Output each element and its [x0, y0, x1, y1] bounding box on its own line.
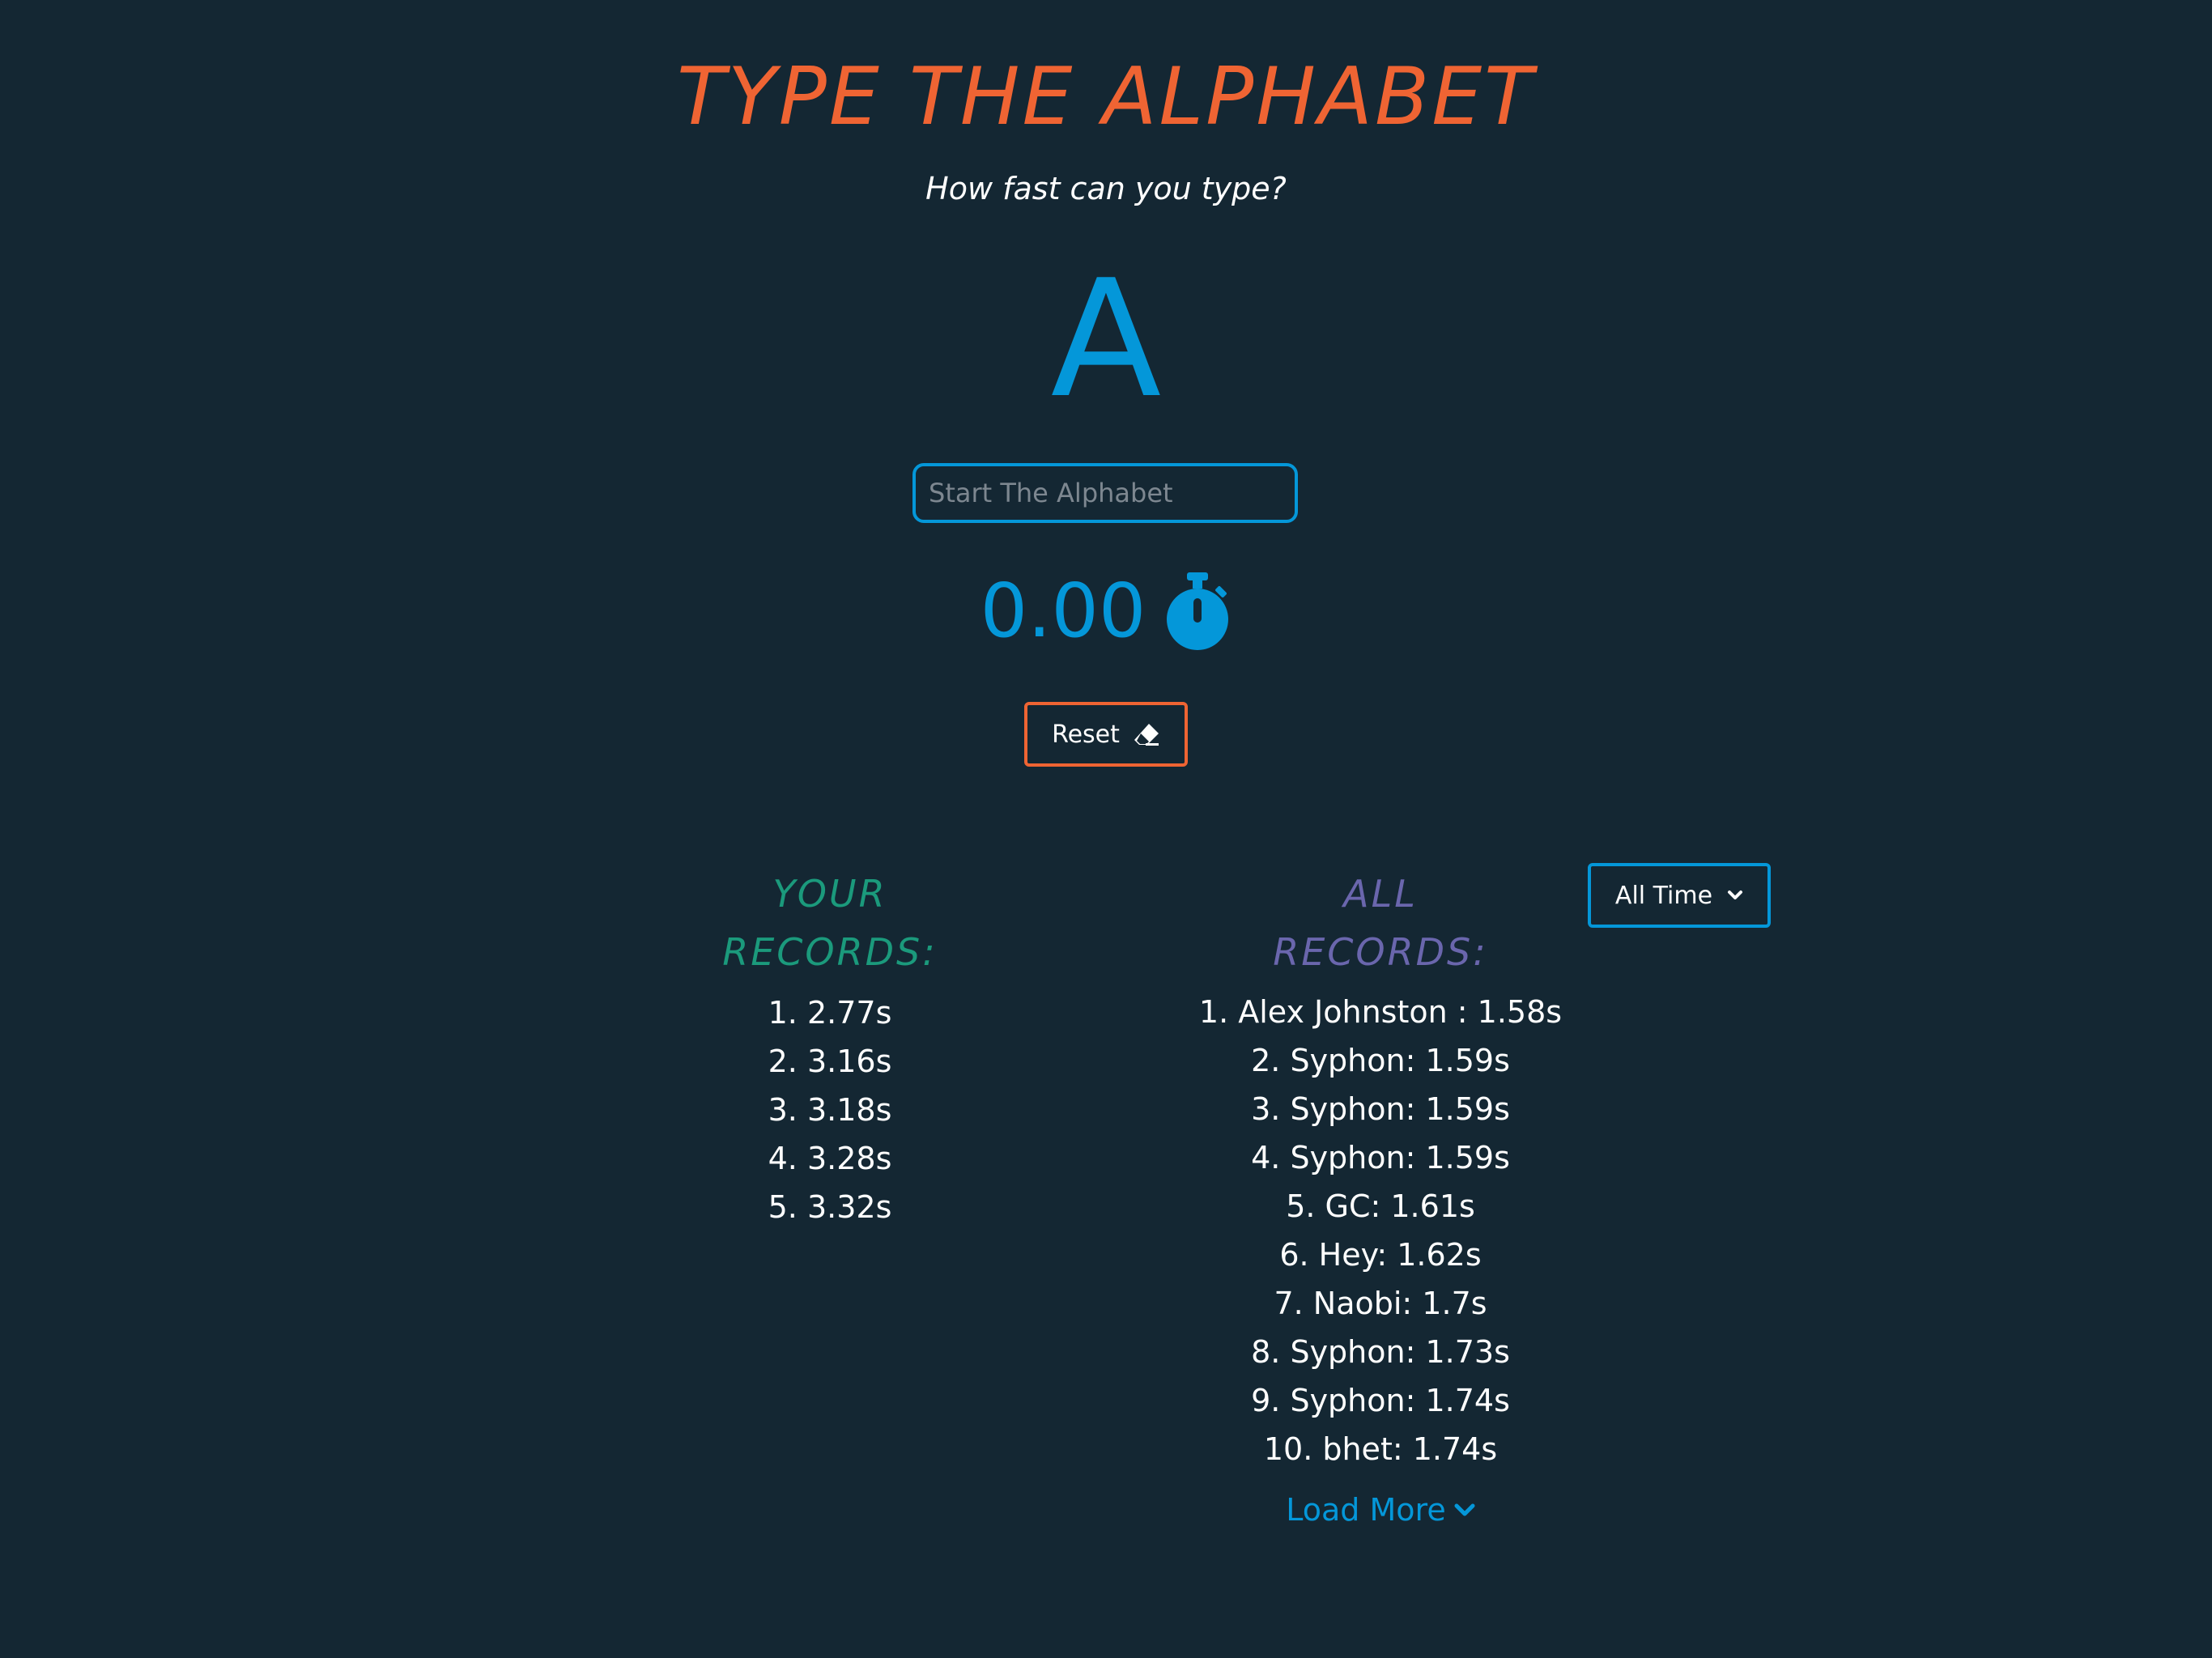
reset-button[interactable]: Reset	[1024, 702, 1188, 767]
your-records-heading: YOUR RECORDS:	[722, 872, 938, 974]
list-item: 3. 3.18s	[768, 1092, 892, 1128]
page-subtitle: How fast can you type?	[925, 171, 1287, 206]
list-item: 4. 3.28s	[768, 1141, 892, 1176]
reset-label: Reset	[1052, 720, 1120, 749]
load-more-link[interactable]: Load More	[1219, 1486, 1542, 1534]
list-item: 10. bhet: 1.74s	[1263, 1431, 1498, 1467]
list-item: 3. Syphon: 1.59s	[1251, 1091, 1510, 1127]
list-item: 1. 2.77s	[768, 995, 892, 1031]
list-item: 6. Hey: 1.62s	[1279, 1237, 1482, 1273]
page-title: TYPE THE ALPHABET	[677, 51, 1535, 143]
list-item: 1. Alex Johnston : 1.58s	[1198, 994, 1563, 1030]
chevron-down-icon	[1728, 891, 1743, 899]
stopwatch-icon	[1167, 572, 1229, 650]
list-item: 2. 3.16s	[768, 1044, 892, 1079]
list-item: 5. GC: 1.61s	[1286, 1188, 1475, 1224]
eraser-icon	[1134, 724, 1159, 746]
list-item: 8. Syphon: 1.73s	[1251, 1334, 1510, 1370]
timer-value: 0.00	[980, 568, 1146, 654]
time-range-value: All Time	[1614, 881, 1713, 910]
time-range-select[interactable]: All Time	[1588, 863, 1771, 928]
timer-display: 0.00	[0, 567, 2212, 656]
all-records-list: 1. Alex Johnston : 1.58s 2. Syphon: 1.59…	[1138, 988, 1623, 1473]
alphabet-input[interactable]	[912, 463, 1298, 523]
your-records-list: 1. 2.77s 2. 3.16s 3. 3.18s 4. 3.28s 5. 3…	[664, 988, 996, 1231]
list-item: 9. Syphon: 1.74s	[1251, 1383, 1510, 1418]
list-item: 5. 3.32s	[768, 1189, 892, 1225]
list-item: 7. Naobi: 1.7s	[1274, 1286, 1487, 1321]
load-more-label: Load More	[1286, 1492, 1446, 1528]
current-letter: A	[1050, 245, 1162, 434]
list-item: 2. Syphon: 1.59s	[1251, 1043, 1510, 1078]
all-records-heading: ALL RECORDS:	[1273, 872, 1488, 974]
list-item: 4. Syphon: 1.59s	[1251, 1140, 1510, 1175]
chevron-down-icon	[1454, 1503, 1475, 1516]
